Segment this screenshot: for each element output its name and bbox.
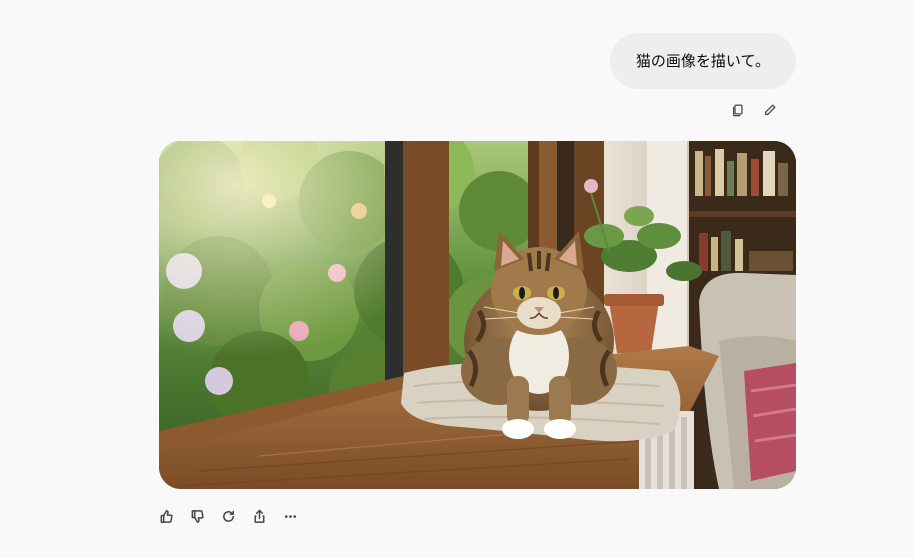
share-icon (254, 509, 264, 523)
cat-illustration (159, 141, 796, 489)
share-button[interactable] (249, 506, 269, 526)
thumbs-down-icon (191, 509, 204, 523)
thumbs-up-button[interactable] (156, 506, 176, 526)
more-options-icon (284, 514, 296, 518)
assistant-message-actions (156, 506, 300, 526)
thumbs-down-button[interactable] (187, 506, 207, 526)
user-message-actions (728, 100, 780, 120)
regenerate-button[interactable] (218, 506, 238, 526)
copy-button[interactable] (728, 100, 748, 120)
more-options-button[interactable] (280, 506, 300, 526)
user-message-text: 猫の画像を描いて。 (635, 51, 770, 70)
user-message-bubble: 猫の画像を描いて。 (609, 33, 796, 89)
copy-icon (732, 104, 743, 117)
thumbs-up-icon (160, 509, 173, 523)
edit-button[interactable] (760, 100, 780, 120)
regenerate-icon (222, 510, 234, 522)
edit-pencil-icon (764, 104, 776, 116)
generated-cat-image[interactable] (159, 141, 796, 489)
